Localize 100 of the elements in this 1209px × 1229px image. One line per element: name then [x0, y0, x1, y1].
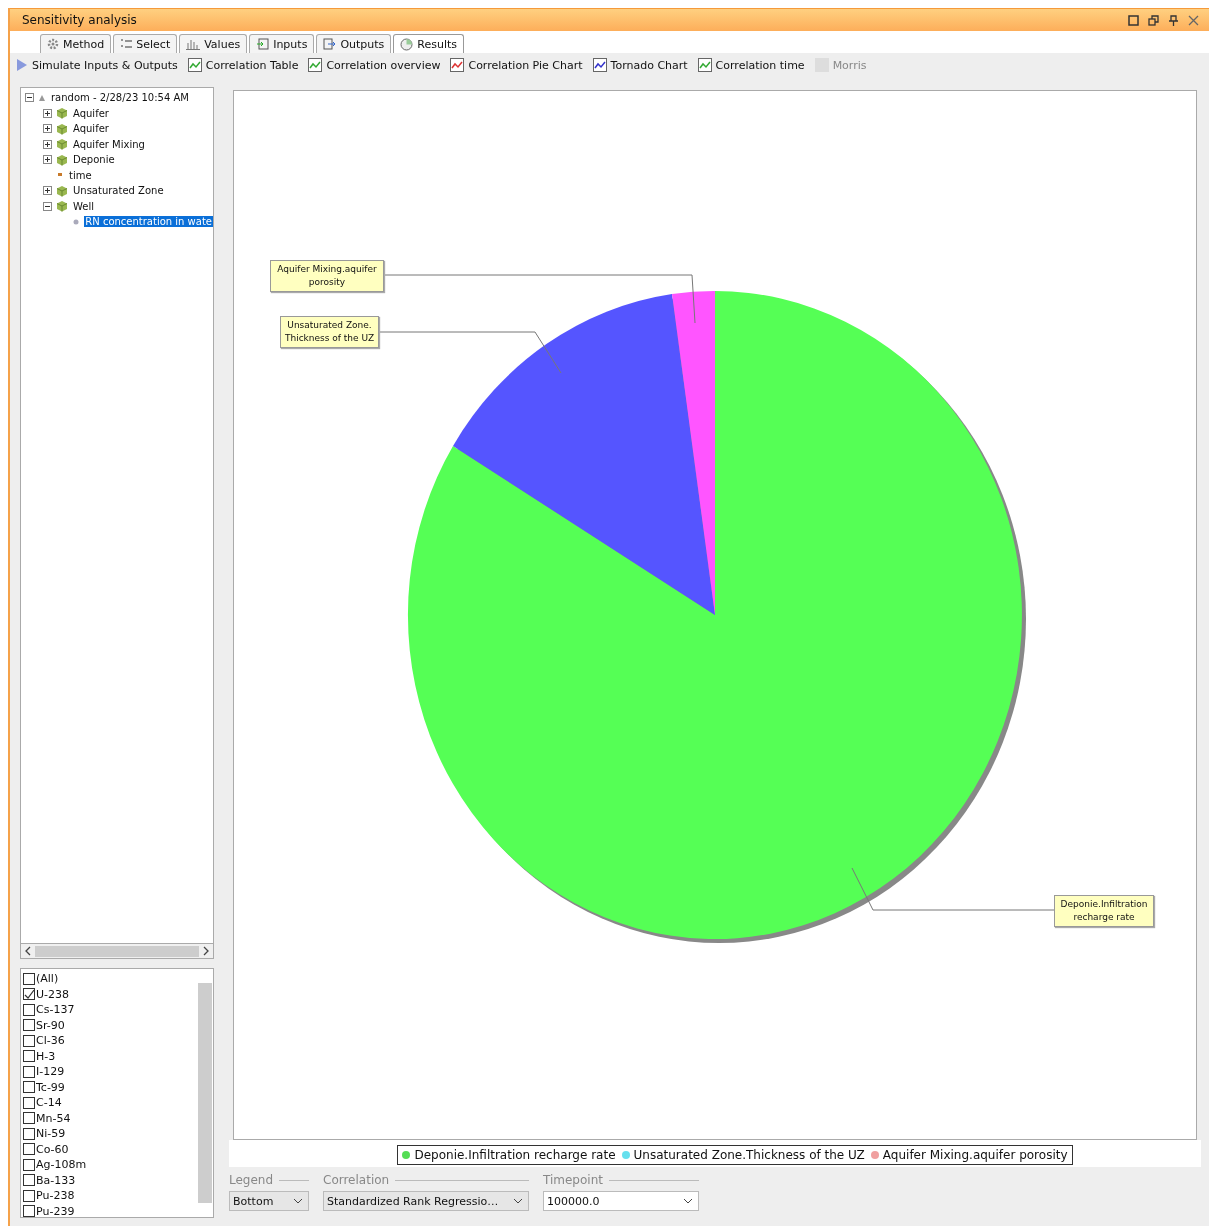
- expander-icon[interactable]: [43, 186, 52, 196]
- nuclide-label: Cl-36: [36, 1034, 65, 1048]
- restore-icon[interactable]: [1148, 14, 1159, 26]
- tab[interactable]: Results: [393, 34, 465, 53]
- play-icon: [16, 58, 28, 72]
- close-icon[interactable]: [1188, 14, 1199, 26]
- tab[interactable]: Outputs: [316, 34, 392, 53]
- checkbox[interactable]: [23, 1081, 35, 1094]
- nuclide-label: I-129: [36, 1065, 65, 1079]
- control-label: Timepoint: [543, 1173, 603, 1187]
- dropdown[interactable]: Standardized Rank Regressio…: [323, 1191, 529, 1211]
- tab[interactable]: Select: [113, 34, 178, 53]
- pie-chart-icon: [400, 37, 414, 51]
- window-title: Sensitivity analysis: [22, 13, 137, 27]
- dropdown[interactable]: 100000.0: [543, 1191, 699, 1211]
- toolbar-button[interactable]: Simulate Inputs & Outputs: [14, 57, 180, 73]
- nuclide-label: U-238: [36, 987, 70, 1001]
- toolbar-button[interactable]: Correlation time: [695, 57, 807, 73]
- chart-icon: [450, 58, 465, 72]
- triangle-icon: [38, 93, 46, 102]
- checkbox[interactable]: [23, 972, 35, 985]
- tree-item[interactable]: random - 2/28/23 10:54 AM: [50, 92, 190, 104]
- expander-icon[interactable]: [43, 201, 52, 211]
- cube-icon: [56, 122, 68, 135]
- checkbox[interactable]: [23, 988, 35, 1001]
- tree-item[interactable]: time: [68, 169, 93, 181]
- tab[interactable]: Values: [179, 34, 248, 53]
- expander-icon[interactable]: [43, 139, 52, 149]
- cube-icon: [56, 107, 68, 120]
- nuclide-label: Tc-99: [36, 1080, 65, 1094]
- checkbox[interactable]: [23, 1065, 35, 1078]
- nuclide-label: Pu-238: [36, 1189, 75, 1203]
- tab[interactable]: Method: [40, 34, 112, 53]
- nuclide-label: H-3: [36, 1049, 56, 1063]
- checkbox[interactable]: [23, 1127, 35, 1140]
- vertical-scrollbar[interactable]: [198, 983, 212, 1203]
- tree-item[interactable]: Deponie: [72, 154, 116, 166]
- checkbox[interactable]: [23, 1158, 35, 1171]
- nuclide-label: Mn-54: [36, 1111, 71, 1125]
- import-icon: [256, 38, 270, 50]
- slice-label: Unsaturated Zone. Thickness of the UZ: [280, 316, 379, 348]
- toolbar-button[interactable]: Correlation Table: [185, 57, 301, 73]
- expander-icon[interactable]: [25, 93, 34, 103]
- chevron-down-icon: [293, 1198, 303, 1204]
- tree-item[interactable]: RN concentration in wate: [84, 216, 213, 228]
- chart-icon: [187, 58, 202, 72]
- slice-label: Aquifer Mixing.aquifer porosity: [270, 260, 384, 292]
- chart-icon: [697, 58, 712, 72]
- nuclide-label: Ni-59: [36, 1127, 66, 1141]
- cube-icon: [56, 200, 68, 213]
- tree-item[interactable]: Unsaturated Zone: [72, 185, 165, 197]
- tree-item[interactable]: Aquifer: [72, 123, 110, 135]
- legend-label: Deponie.Infiltration recharge rate: [414, 1148, 616, 1162]
- dot-icon: [72, 217, 81, 226]
- checkbox[interactable]: [23, 1034, 35, 1047]
- nuclide-label: Sr-90: [36, 1018, 65, 1032]
- toolbar-button[interactable]: Correlation overview: [306, 57, 443, 73]
- checkbox[interactable]: [23, 1112, 35, 1125]
- chart-icon: [592, 58, 607, 72]
- tree-item[interactable]: Aquifer Mixing: [72, 138, 146, 150]
- export-icon: [323, 38, 337, 50]
- chevron-down-icon: [683, 1198, 693, 1204]
- cube-icon: [56, 153, 68, 166]
- maximize-icon[interactable]: [1128, 14, 1139, 26]
- checkbox[interactable]: [23, 1189, 35, 1202]
- nuclide-label: Pu-239: [36, 1204, 75, 1218]
- slice-label: Deponie.Infiltration recharge rate: [1054, 895, 1154, 927]
- expander-icon[interactable]: [43, 108, 52, 118]
- horizontal-scrollbar[interactable]: [20, 944, 214, 959]
- nuclide-label: Cs-137: [36, 1003, 75, 1017]
- tree-item[interactable]: Aquifer: [72, 107, 110, 119]
- expander-icon[interactable]: [43, 155, 52, 165]
- checkbox[interactable]: [23, 1050, 35, 1063]
- cube-icon: [56, 184, 68, 197]
- checkbox[interactable]: [23, 1143, 35, 1156]
- toolbar-button[interactable]: Correlation Pie Chart: [448, 57, 585, 73]
- control-label: Correlation: [323, 1173, 390, 1187]
- checkbox[interactable]: [23, 1003, 35, 1016]
- checkbox[interactable]: [23, 1174, 35, 1187]
- dropdown[interactable]: Bottom: [229, 1191, 309, 1211]
- gear-icon: [47, 38, 59, 50]
- nuclide-label: (All): [36, 972, 59, 986]
- legend-label: Aquifer Mixing.aquifer porosity: [882, 1148, 1068, 1162]
- tab[interactable]: Inputs: [249, 34, 315, 53]
- chevron-down-icon: [513, 1198, 523, 1204]
- checkbox[interactable]: [23, 1019, 35, 1032]
- control-label: Legend: [229, 1173, 274, 1187]
- cube-icon: [56, 138, 68, 151]
- chart-icon: [308, 58, 323, 72]
- tree-item[interactable]: Well: [72, 200, 95, 212]
- checkbox[interactable]: [23, 1205, 35, 1218]
- list-icon: [120, 38, 133, 50]
- legend-label: Unsaturated Zone.Thickness of the UZ: [633, 1148, 865, 1162]
- bar-chart-icon: [186, 38, 201, 50]
- pin-icon[interactable]: [1168, 14, 1179, 26]
- nuclide-label: C-14: [36, 1096, 62, 1110]
- nuclide-label: Ba-133: [36, 1173, 76, 1187]
- checkbox[interactable]: [23, 1096, 35, 1109]
- expander-icon[interactable]: [43, 124, 52, 134]
- toolbar-button[interactable]: Tornado Chart: [590, 57, 690, 73]
